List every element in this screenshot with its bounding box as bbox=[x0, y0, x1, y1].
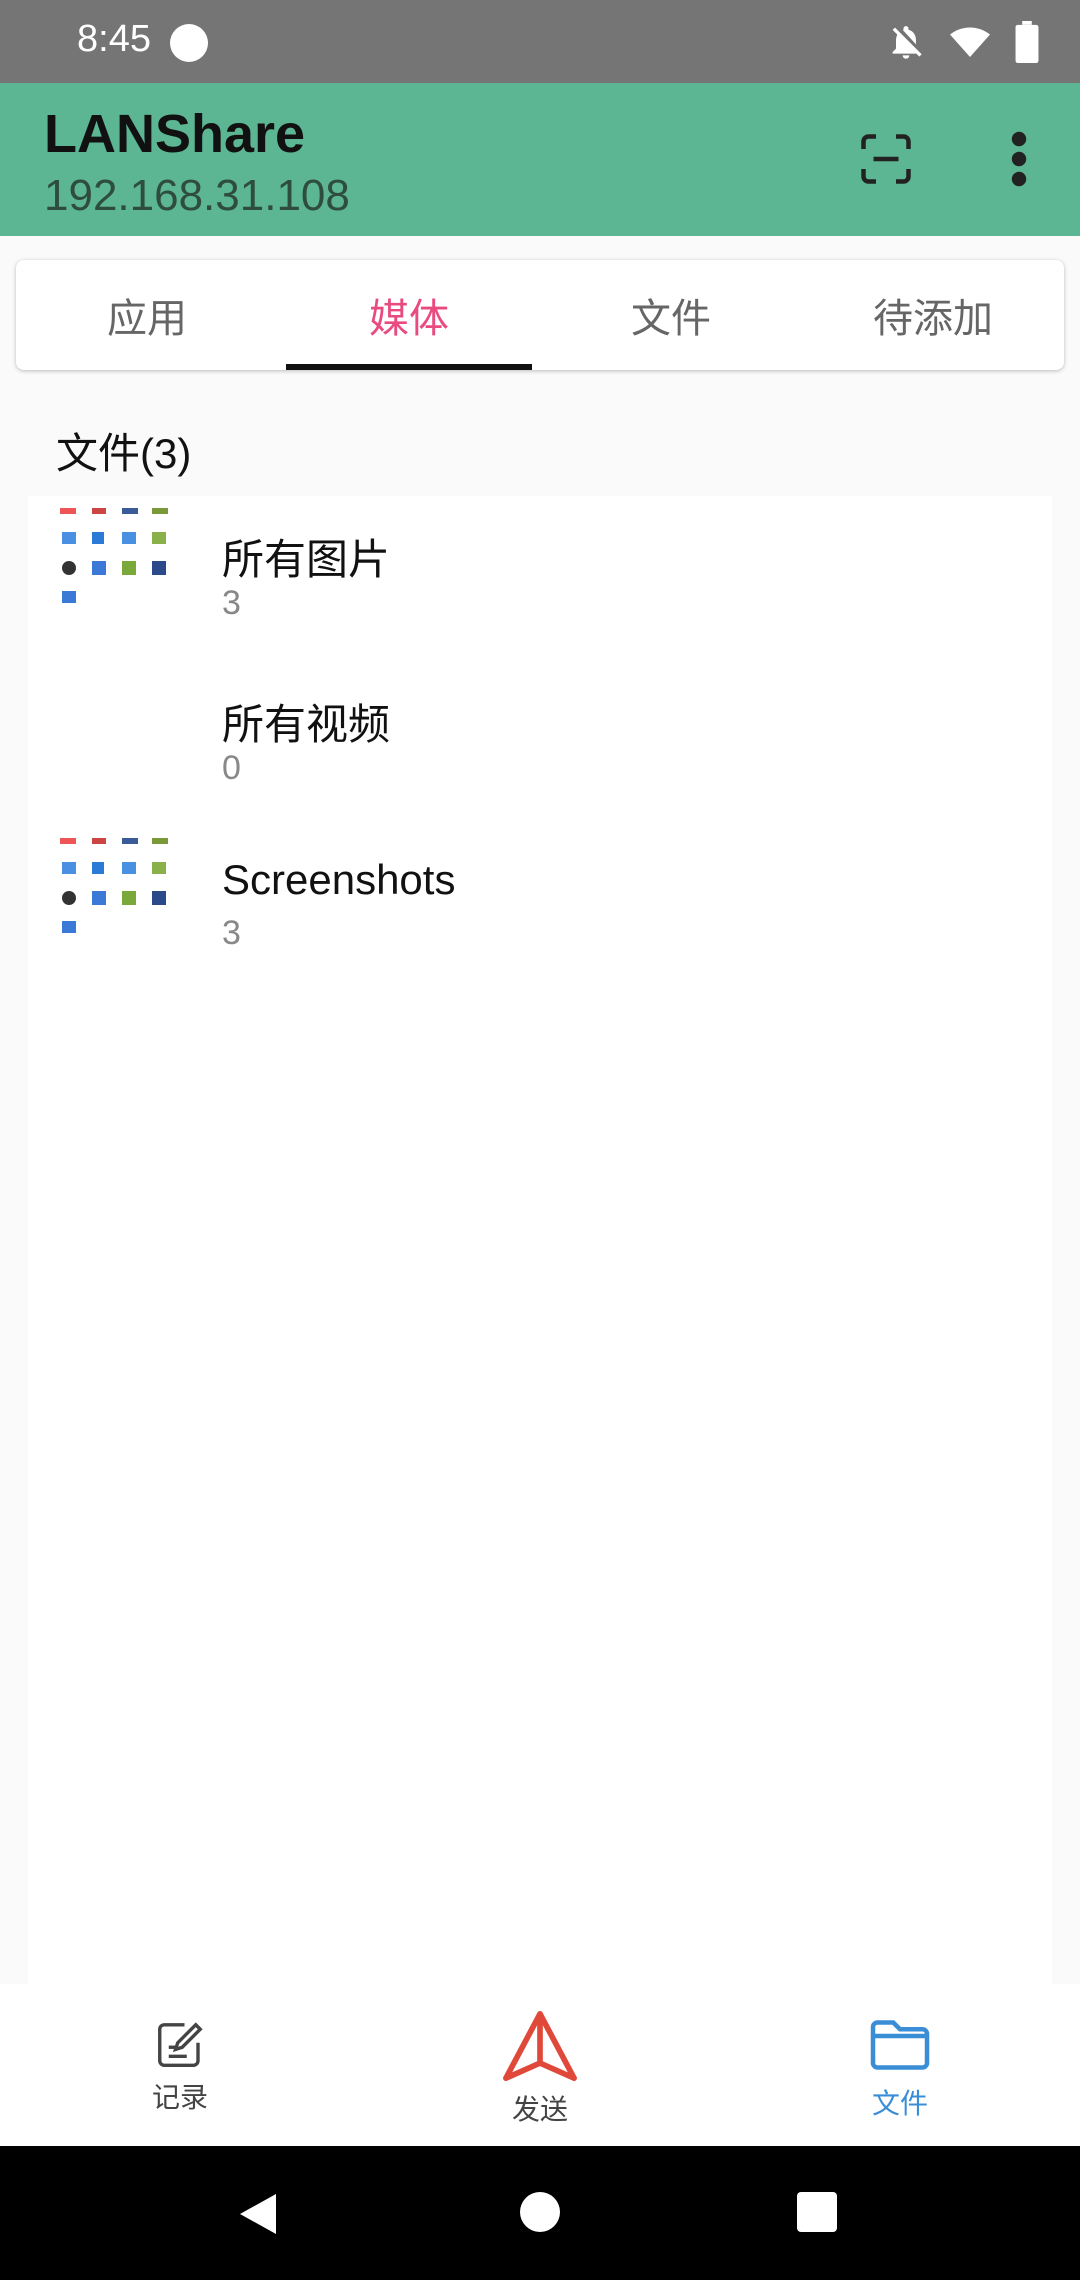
home-icon[interactable] bbox=[520, 2192, 560, 2232]
battery-icon bbox=[1015, 21, 1039, 63]
section-title: 文件(3) bbox=[56, 430, 192, 477]
system-nav-bar bbox=[0, 2146, 1080, 2280]
wifi-icon bbox=[950, 27, 990, 57]
nav-records[interactable]: 记录 bbox=[80, 1984, 280, 2146]
status-time: 8:45 bbox=[77, 18, 151, 60]
nav-files[interactable]: 文件 bbox=[800, 1984, 1000, 2146]
image-thumbnail bbox=[56, 836, 176, 956]
back-icon[interactable] bbox=[236, 2192, 280, 2236]
recents-icon[interactable] bbox=[797, 2192, 837, 2232]
list-item-all-images[interactable]: 所有图片 3 bbox=[28, 496, 1052, 656]
note-edit-icon bbox=[158, 2022, 203, 2067]
item-title: 所有视频 bbox=[222, 701, 391, 748]
status-icons bbox=[886, 20, 1040, 64]
item-count: 0 bbox=[222, 749, 241, 787]
tab-media[interactable]: 媒体 bbox=[278, 260, 540, 370]
more-vert-icon[interactable] bbox=[1004, 129, 1034, 189]
tab-bar: 应用 媒体 文件 待添加 bbox=[16, 260, 1064, 370]
status-bar: 8:45 bbox=[0, 0, 1080, 83]
ip-address: 192.168.31.108 bbox=[44, 171, 350, 220]
item-title: Screenshots bbox=[222, 856, 456, 903]
folder-icon bbox=[870, 2020, 930, 2070]
status-dot-icon bbox=[170, 24, 208, 62]
media-list: 所有图片 3 所有视频 0 Screenshots 3 bbox=[28, 496, 1052, 1986]
video-thumbnail bbox=[56, 671, 176, 791]
image-thumbnail bbox=[56, 506, 176, 626]
bottom-nav: 记录 发送 文件 bbox=[0, 1984, 1080, 2146]
list-item-all-videos[interactable]: 所有视频 0 bbox=[28, 661, 1052, 821]
tab-apps[interactable]: 应用 bbox=[16, 260, 278, 370]
tab-files[interactable]: 文件 bbox=[540, 260, 802, 370]
item-title: 所有图片 bbox=[222, 536, 391, 583]
item-count: 3 bbox=[222, 584, 241, 622]
send-triangle-icon bbox=[503, 2010, 577, 2082]
nav-label: 发送 bbox=[511, 2093, 568, 2126]
list-item-screenshots[interactable]: Screenshots 3 bbox=[28, 826, 1052, 986]
app-title: LANShare bbox=[44, 104, 306, 164]
app-bar: LANShare 192.168.31.108 bbox=[0, 83, 1080, 236]
nav-label: 记录 bbox=[151, 2081, 208, 2114]
notifications-off-icon bbox=[892, 26, 922, 59]
scan-icon[interactable] bbox=[856, 129, 916, 189]
item-count: 3 bbox=[222, 914, 241, 952]
nav-label: 文件 bbox=[871, 2087, 928, 2120]
tab-pending[interactable]: 待添加 bbox=[802, 260, 1064, 370]
nav-send[interactable]: 发送 bbox=[440, 1984, 640, 2146]
